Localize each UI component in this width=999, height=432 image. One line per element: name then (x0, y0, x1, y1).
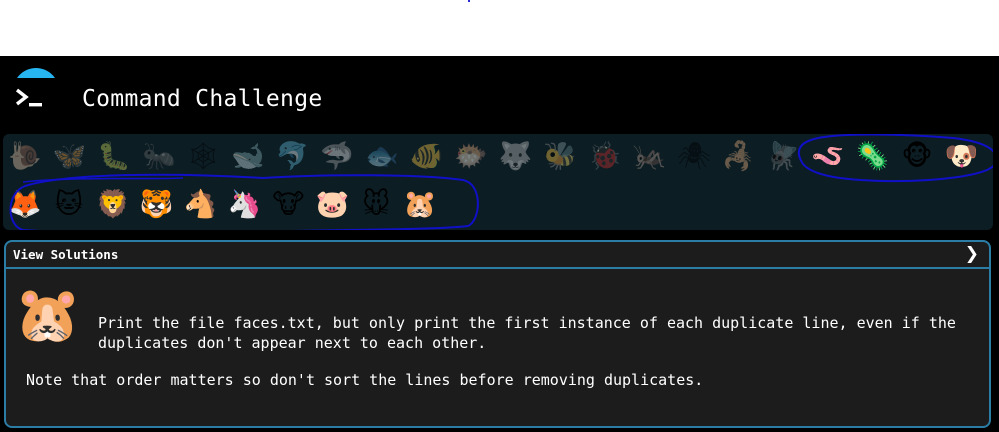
snail-icon[interactable]: 🐌 (6, 137, 44, 175)
monkey-icon[interactable]: 🐵 (898, 137, 936, 175)
challenge-note: Note that order matters so don't sort th… (26, 371, 704, 389)
tropical-fish-icon[interactable]: 🐠 (407, 137, 445, 175)
challenge-icon-bar: 🐌 🦋 🐛 🐜 🕸 🐋 🐬 🦈 🐟 🐠 🐡 🐺 🐝 🐞 🦗 🕷 🦂 🪰 🪱 🦠 🐵 🐶 🦊 🐱 🦁 🐯 🐴 🦄 🐮 🐷 🐭 🐹 (3, 134, 993, 230)
terminal-prompt-icon[interactable] (14, 86, 44, 110)
view-solutions-link[interactable]: View Solutions (13, 247, 118, 262)
fly-icon[interactable]: 🪰 (764, 137, 802, 175)
stray-dot (468, 0, 470, 2)
hamster-icon: 🐹 (14, 283, 82, 346)
top-margin (0, 0, 999, 56)
tiger-icon[interactable]: 🐯 (138, 185, 176, 223)
bee-icon[interactable]: 🐝 (541, 137, 579, 175)
caterpillar-icon[interactable]: 🐛 (95, 137, 133, 175)
lion-icon[interactable]: 🦁 (94, 185, 132, 223)
panel-header[interactable]: View Solutions ❯ (6, 242, 989, 269)
cat-icon[interactable]: 🐱 (50, 185, 88, 223)
app-title: Command Challenge (82, 86, 323, 112)
fox-icon[interactable]: 🦊 (6, 185, 44, 223)
ladybug-icon[interactable]: 🐞 (586, 137, 624, 175)
wolf-icon[interactable]: 🐺 (497, 137, 535, 175)
dog-icon[interactable]: 🐶 (943, 137, 981, 175)
pig-icon[interactable]: 🐷 (313, 185, 351, 223)
worm-icon[interactable]: 🪱 (809, 137, 847, 175)
ant-icon[interactable]: 🐜 (140, 137, 178, 175)
dolphin-icon[interactable]: 🐬 (274, 137, 312, 175)
scorpion-icon[interactable]: 🦂 (720, 137, 758, 175)
logo-arc (0, 56, 70, 78)
hamster-icon[interactable]: 🐹 (401, 185, 439, 223)
mouse-icon[interactable]: 🐭 (357, 185, 395, 223)
unicorn-icon[interactable]: 🦄 (226, 185, 264, 223)
spider-icon[interactable]: 🕷 (675, 137, 713, 175)
shark-icon[interactable]: 🦈 (318, 137, 356, 175)
cow-icon[interactable]: 🐮 (269, 185, 307, 223)
pufferfish-icon[interactable]: 🐡 (452, 137, 490, 175)
app-container: Command Challenge 🐌 🦋 🐛 🐜 🕸 🐋 🐬 🦈 🐟 🐠 🐡 🐺 🐝 🐞 🦗 🕷 🦂 🪰 🪱 🦠 🐵 🐶… (0, 56, 999, 432)
microbe-icon[interactable]: 🦠 (853, 137, 891, 175)
cricket-icon[interactable]: 🦗 (630, 137, 668, 175)
whale-icon[interactable]: 🐋 (229, 137, 267, 175)
spider-web-icon[interactable]: 🕸 (184, 137, 222, 175)
butterfly-icon[interactable]: 🦋 (51, 137, 89, 175)
challenge-description: Print the file faces.txt, but only print… (98, 314, 956, 352)
challenge-panel: View Solutions ❯ 🐹 Print the file faces.… (4, 240, 991, 428)
fish-icon[interactable]: 🐟 (363, 137, 401, 175)
horse-icon[interactable]: 🐴 (182, 185, 220, 223)
chevron-right-icon[interactable]: ❯ (965, 244, 979, 264)
